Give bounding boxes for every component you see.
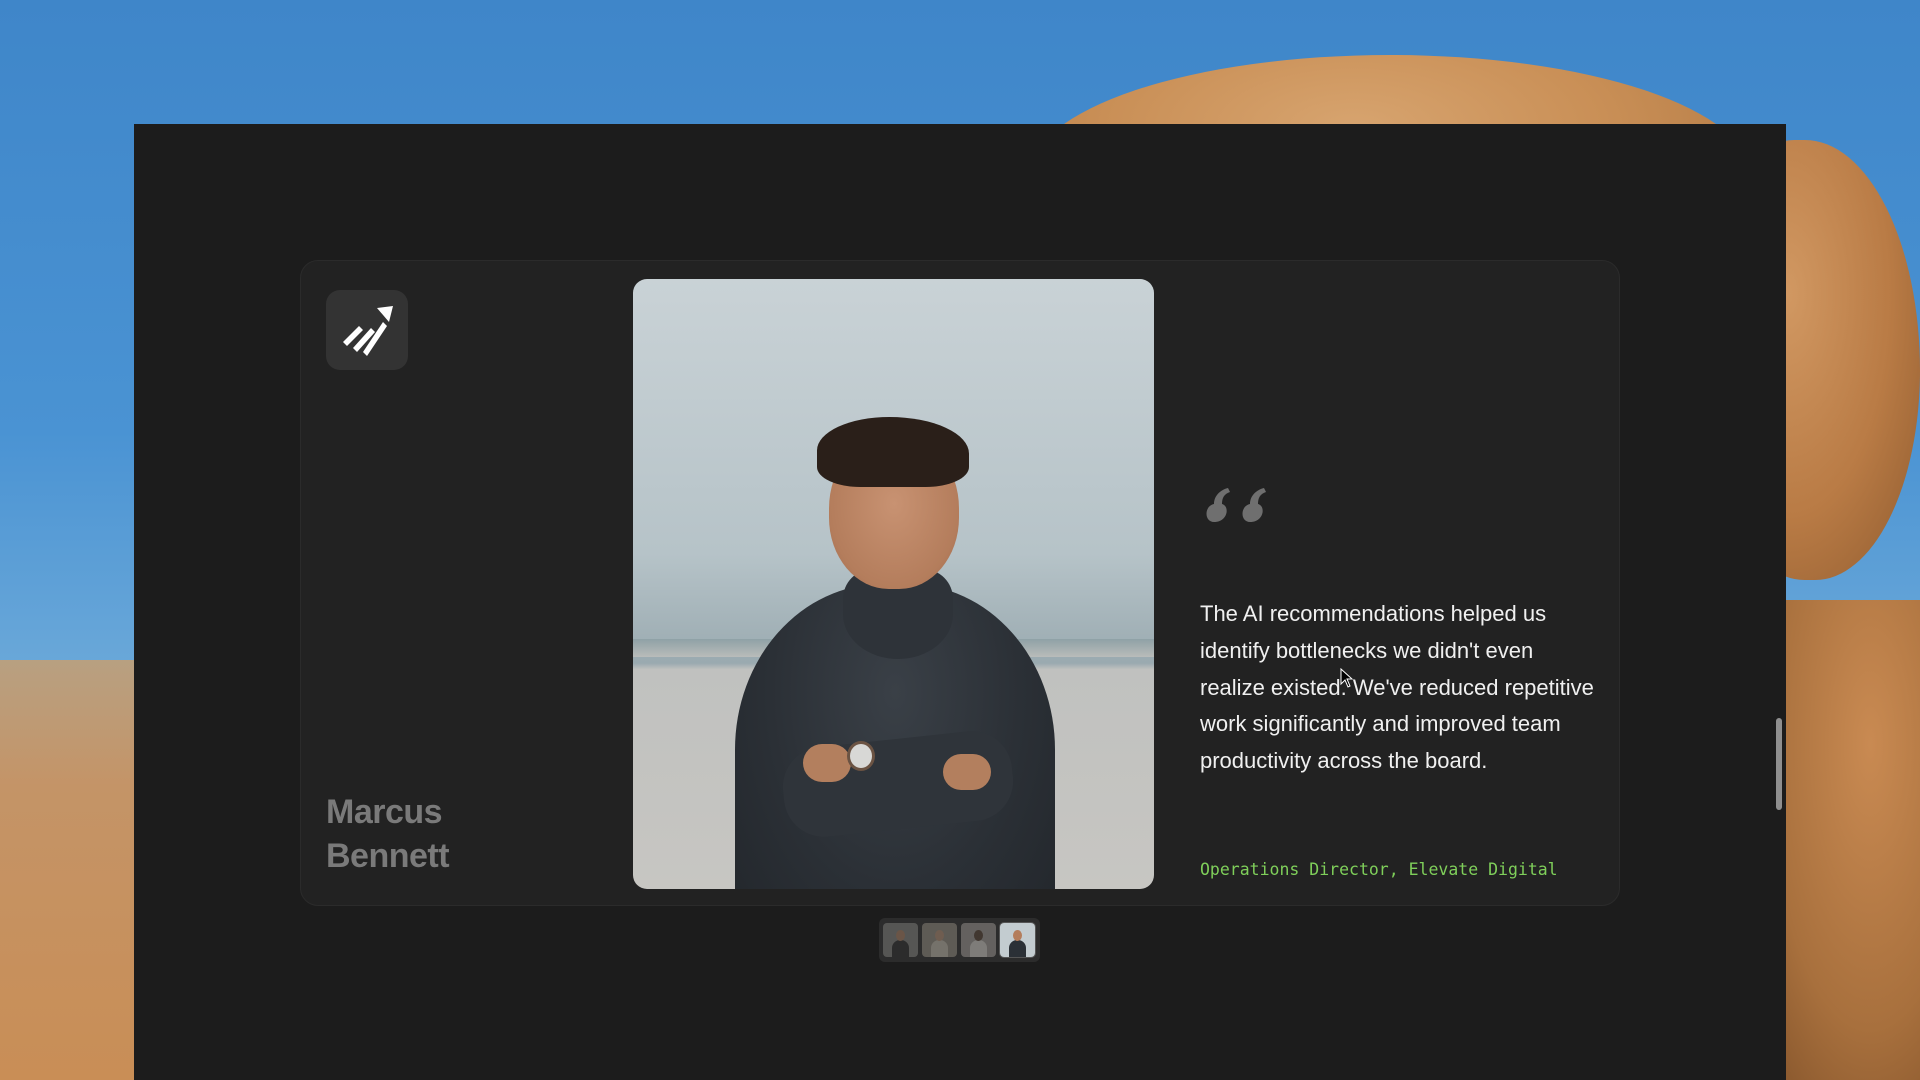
person-first-name: Marcus: [326, 793, 443, 831]
photo-hair: [817, 417, 969, 487]
person-role: Operations Director, Elevate Digital: [1200, 860, 1558, 879]
company-logo: [326, 290, 408, 370]
mouse-cursor-icon: [1340, 667, 1354, 688]
photo-hand: [803, 744, 851, 782]
quotation-mark-icon: [1200, 470, 1280, 540]
thumbnail-2[interactable]: [922, 923, 957, 957]
thumbnail-4[interactable]: [999, 922, 1036, 958]
photo-hand: [943, 754, 991, 790]
person-last-name: Bennett: [326, 837, 450, 875]
wallpaper-desert: [0, 660, 150, 1080]
person-name: Marcus Bennett: [326, 790, 586, 878]
portrait-photo: [633, 279, 1154, 889]
vertical-scrollbar[interactable]: [1776, 718, 1782, 810]
testimonial-quote: The AI recommendations helped us identif…: [1200, 601, 1594, 774]
rising-arrow-logo-icon: [337, 298, 397, 363]
photo-watch: [847, 741, 875, 771]
thumbnail-3[interactable]: [961, 923, 996, 957]
testimonial-pager: [879, 918, 1040, 962]
thumbnail-1[interactable]: [883, 923, 918, 957]
